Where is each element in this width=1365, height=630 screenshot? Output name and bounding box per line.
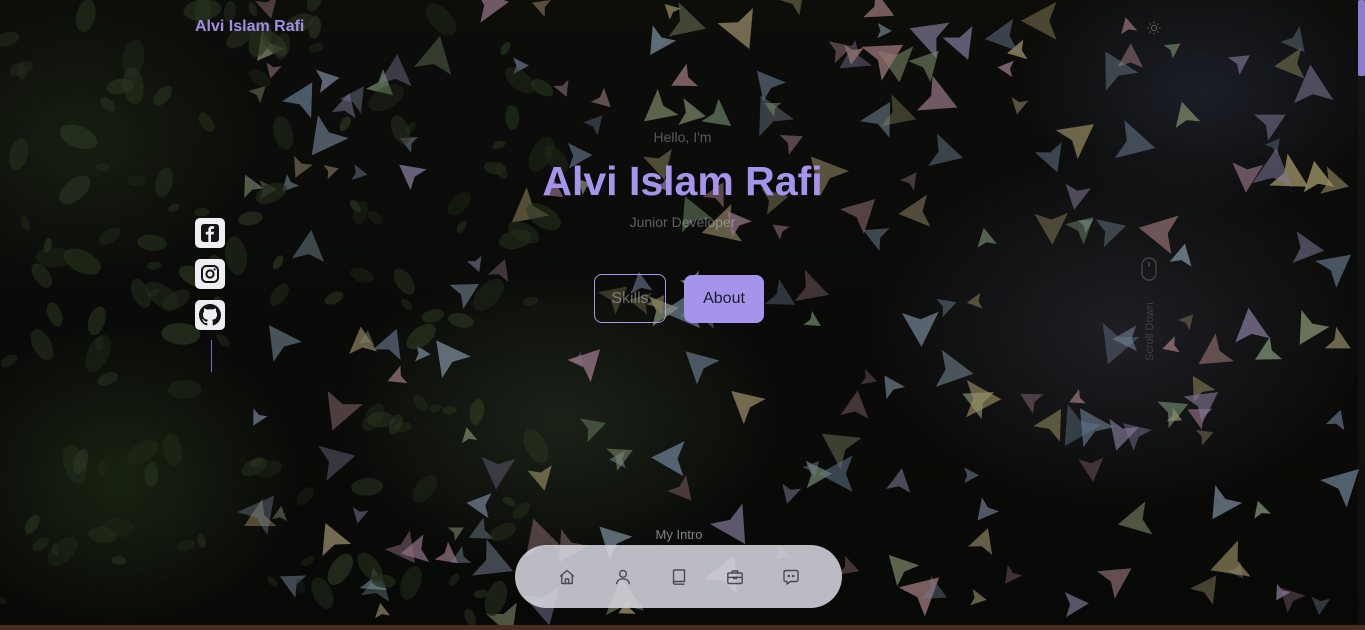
mouse-icon	[1141, 257, 1157, 281]
instagram-link[interactable]	[195, 259, 225, 289]
nav-home[interactable]	[557, 567, 577, 587]
hero-greeting: Hello, I'm	[653, 129, 712, 145]
instagram-icon	[201, 265, 219, 283]
home-icon	[559, 569, 574, 584]
sun-icon	[1147, 21, 1161, 35]
theme-toggle-button[interactable]	[1147, 20, 1161, 35]
nav-portfolio[interactable]	[725, 567, 745, 587]
scroll-down-label: Scroll Down	[1144, 302, 1156, 361]
github-link[interactable]	[195, 300, 225, 330]
nav-skills[interactable]	[669, 567, 689, 587]
scrollbar-thumb[interactable]	[1358, 0, 1365, 76]
nav-about[interactable]	[613, 567, 633, 587]
page-bottom-strip	[0, 625, 1365, 630]
social-links	[195, 218, 227, 372]
page-scrollbar[interactable]	[1358, 0, 1365, 630]
hero-role: Junior Developer	[629, 214, 736, 230]
skills-button[interactable]: Skills	[594, 274, 666, 323]
book-icon	[672, 568, 685, 585]
user-icon	[615, 569, 630, 584]
social-divider-line	[211, 340, 212, 372]
scroll-down-link[interactable]: Scroll Down	[1138, 256, 1160, 366]
github-icon	[199, 304, 221, 326]
brand-logo[interactable]: Alvi Islam Rafi	[195, 18, 304, 36]
hero-name: Alvi Islam Rafi	[542, 158, 823, 204]
bottom-nav	[515, 545, 842, 608]
briefcase-icon	[726, 569, 743, 584]
nav-contact[interactable]	[781, 567, 801, 587]
about-button[interactable]: About	[684, 275, 764, 323]
section-label: My Intro	[655, 527, 703, 542]
chat-icon	[782, 569, 799, 585]
